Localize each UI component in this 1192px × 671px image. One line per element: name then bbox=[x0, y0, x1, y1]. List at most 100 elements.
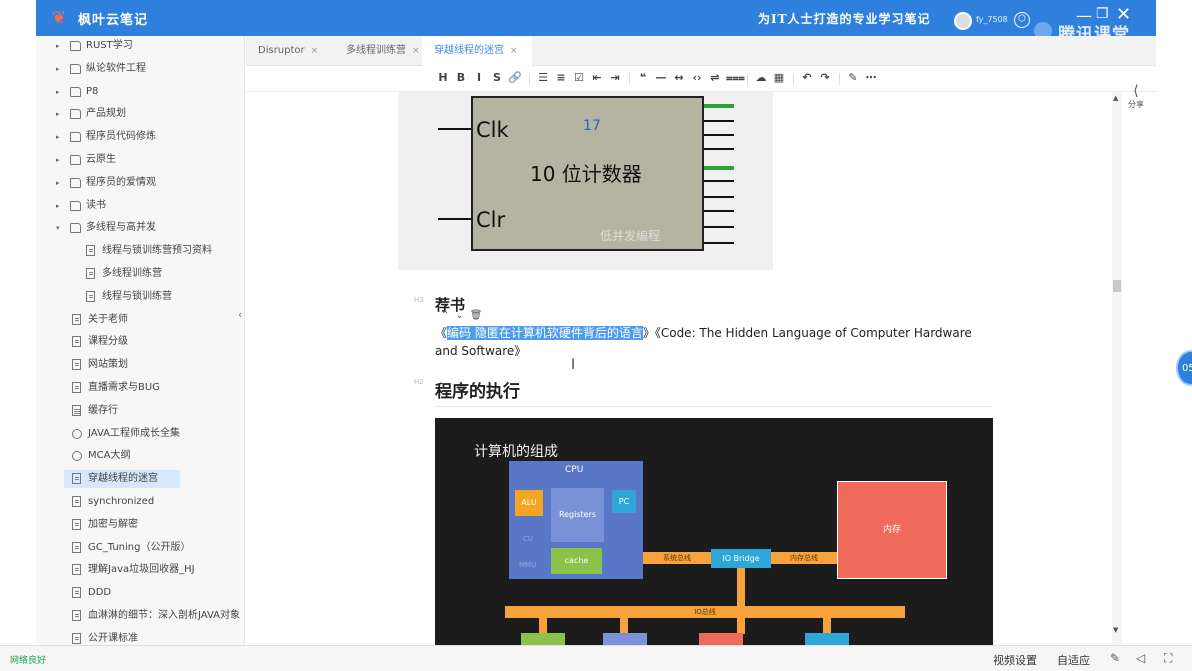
tab-close-icon[interactable]: × bbox=[412, 46, 420, 56]
auto-fit-button[interactable]: 自适应 bbox=[1057, 652, 1090, 668]
toolbar-button[interactable]: ▦ bbox=[772, 71, 786, 85]
sidebar-item[interactable]: ▸ RUST学习 bbox=[56, 36, 244, 56]
toolbar-button[interactable]: ⩶ bbox=[726, 71, 745, 85]
sidebar-item-label: 穿越线程的迷宫 bbox=[88, 473, 158, 485]
sidebar-item[interactable]: ▸ 程序员代码修炼 bbox=[56, 127, 244, 147]
sidebar-item[interactable]: 线程与锁训练营预习资料 bbox=[86, 241, 244, 261]
screen-frame: ❦ 枫叶云笔记 为IT人士打造的专业学习笔记 fy_7508 ⬡ — ❐ ✕ 腾… bbox=[0, 0, 1192, 671]
sidebar-item[interactable]: 理解Java垃圾回收器_HJ bbox=[72, 560, 244, 580]
sidebar-item[interactable]: ▸ 产品规划 bbox=[56, 104, 244, 124]
scroll-thumb[interactable] bbox=[1113, 280, 1121, 292]
sidebar-item[interactable]: 线程与锁训练营 bbox=[86, 287, 244, 307]
sidebar-item[interactable]: ▸ 程序员的爱情观 bbox=[56, 173, 244, 193]
tab-close-icon[interactable]: × bbox=[510, 46, 518, 56]
note-app-window: ❦ 枫叶云笔记 为IT人士打造的专业学习笔记 fy_7508 ⬡ — ❐ ✕ 腾… bbox=[36, 0, 1156, 645]
toolbar-button[interactable]: ↔ bbox=[672, 71, 686, 85]
expand-arrow-icon[interactable]: ▸ bbox=[56, 196, 60, 216]
memory-bus: 内存总线 bbox=[771, 552, 837, 564]
alu-block: ALU bbox=[515, 490, 543, 516]
sidebar-item-label: 程序员代码修炼 bbox=[86, 131, 156, 143]
document-tab[interactable]: 穿越线程的迷宫 × bbox=[422, 36, 532, 66]
toolbar-button[interactable]: ⇥ bbox=[608, 71, 622, 85]
sidebar-item[interactable]: ▸ 读书 bbox=[56, 196, 244, 216]
expand-arrow-icon[interactable]: ▸ bbox=[56, 36, 60, 56]
io-connector bbox=[539, 618, 547, 634]
toolbar-button[interactable]: ↷ bbox=[818, 71, 832, 85]
sidebar-item[interactable]: ▸ 纵论软件工程 bbox=[56, 59, 244, 79]
sidebar-item[interactable]: 多线程训练营 bbox=[86, 264, 244, 284]
sidebar-item[interactable]: 加密与解密 bbox=[72, 515, 244, 535]
expand-arrow-icon[interactable]: ▸ bbox=[56, 82, 60, 102]
toolbar-button[interactable]: B bbox=[454, 71, 468, 85]
file-icon bbox=[72, 496, 81, 507]
sidebar-item[interactable]: synchronized bbox=[72, 492, 244, 512]
sidebar-item-label: 云原生 bbox=[86, 154, 116, 165]
toolbar-button[interactable]: 🔗 bbox=[508, 71, 522, 85]
expand-arrow-icon[interactable]: ▸ bbox=[56, 104, 60, 124]
sidebar-item[interactable]: 课程分级 bbox=[72, 332, 244, 352]
toolbar-button[interactable]: ⋯ bbox=[864, 71, 878, 85]
expand-arrow-icon[interactable]: ▸ bbox=[56, 150, 60, 170]
video-settings-button[interactable]: 视频设置 bbox=[993, 652, 1037, 668]
toolbar-button[interactable]: ⇤ bbox=[590, 71, 604, 85]
toolbar-button[interactable]: ☑ bbox=[572, 71, 586, 85]
book-recommendation[interactable]: 《编码 隐匿在计算机软硬件背后的语言》《Code: The Hidden Lan… bbox=[435, 324, 975, 360]
expand-arrow-icon[interactable]: ▾ bbox=[56, 218, 60, 238]
expand-arrow-icon[interactable]: ▸ bbox=[56, 59, 60, 79]
sidebar-item[interactable]: 直播需求与BUG bbox=[72, 378, 244, 398]
title-bar: ❦ 枫叶云笔记 为IT人士打造的专业学习笔记 fy_7508 ⬡ — ❐ ✕ 腾… bbox=[36, 0, 1156, 45]
document-tab[interactable]: 多线程训练营 × bbox=[334, 36, 422, 66]
toolbar-button[interactable]: ≡ bbox=[554, 71, 568, 85]
toolbar-button[interactable]: ⇌ bbox=[708, 71, 722, 85]
fullscreen-icon[interactable]: ⛶ bbox=[1164, 651, 1172, 666]
toolbar-separator bbox=[629, 73, 630, 85]
sidebar-item[interactable]: 公开课标准 bbox=[72, 629, 244, 645]
avatar[interactable] bbox=[954, 12, 972, 30]
sidebar-item-label: 程序员的爱情观 bbox=[86, 176, 156, 188]
sidebar-item[interactable]: 关于老师 bbox=[72, 310, 244, 330]
toolbar-button[interactable]: — bbox=[654, 71, 668, 85]
sidebar-item[interactable]: 穿越线程的迷宫 bbox=[64, 469, 244, 489]
content-scrollbar[interactable]: ▲ ▼ bbox=[1112, 92, 1122, 645]
io-bus: IO总线 bbox=[505, 606, 905, 618]
sidebar-item[interactable]: ▸ P8 bbox=[56, 82, 244, 102]
sidebar-item[interactable]: DDD bbox=[72, 583, 244, 603]
collapse-sidebar-icon[interactable]: ‹ bbox=[238, 308, 242, 321]
toolbar-button[interactable]: ❝ bbox=[636, 71, 650, 85]
sidebar-item[interactable]: 缓存行 bbox=[72, 401, 244, 421]
toolbar-button[interactable]: S bbox=[490, 71, 504, 85]
toolbar-button[interactable]: ✎ bbox=[846, 71, 860, 85]
toolbar-button[interactable]: H bbox=[436, 71, 450, 85]
username[interactable]: fy_7508 bbox=[976, 15, 1008, 24]
toolbar-button[interactable]: ‹› bbox=[690, 71, 704, 85]
share-button[interactable]: ⟨ 分享 bbox=[1124, 80, 1148, 110]
volume-icon[interactable]: ◁ bbox=[1136, 651, 1145, 665]
expand-arrow-icon[interactable]: ▸ bbox=[56, 173, 60, 193]
sidebar-item-label: 纵论软件工程 bbox=[86, 62, 146, 74]
toolbar-button[interactable]: I bbox=[472, 71, 486, 85]
tab-close-icon[interactable]: × bbox=[311, 46, 319, 56]
mic-icon[interactable]: ✎ bbox=[1110, 651, 1120, 665]
device-block bbox=[603, 633, 647, 645]
editor-content[interactable]: Clk Clr 17 10 位计数器 低并发编程 H3 荐书 ⌃⌄🗑 《编码 隐… bbox=[246, 92, 1112, 645]
output-wire bbox=[704, 134, 734, 136]
heading-tools[interactable]: ⌃⌄🗑 bbox=[441, 310, 488, 321]
sidebar-item[interactable]: ▾ 多线程与高并发 bbox=[56, 218, 244, 238]
sidebar-item-label: 直播需求与BUG bbox=[88, 382, 160, 393]
output-wire bbox=[704, 226, 734, 228]
sidebar-item[interactable]: 血淋淋的细节：深入剖析JAVA对象 bbox=[72, 606, 244, 626]
scroll-down-icon[interactable]: ▼ bbox=[1113, 626, 1118, 634]
sidebar-item[interactable]: ▸ 云原生 bbox=[56, 150, 244, 170]
toolbar-button[interactable]: ☁ bbox=[754, 71, 768, 85]
sidebar-item-label: 多线程与高并发 bbox=[86, 222, 156, 234]
toolbar-button[interactable]: ☰ bbox=[536, 71, 550, 85]
sidebar-item[interactable]: 网站策划 bbox=[72, 355, 244, 375]
scroll-up-icon[interactable]: ▲ bbox=[1113, 94, 1118, 102]
sidebar-item[interactable]: MCA大纲 bbox=[72, 446, 244, 466]
sidebar-item-label: 缓存行 bbox=[88, 404, 118, 416]
sidebar-item[interactable]: JAVA工程师成长全集 bbox=[72, 424, 244, 444]
toolbar-button[interactable]: ↶ bbox=[800, 71, 814, 85]
sidebar-item[interactable]: GC_Tuning（公开版） bbox=[72, 538, 244, 558]
expand-arrow-icon[interactable]: ▸ bbox=[56, 127, 60, 147]
document-tab[interactable]: Disruptor × bbox=[246, 36, 330, 66]
